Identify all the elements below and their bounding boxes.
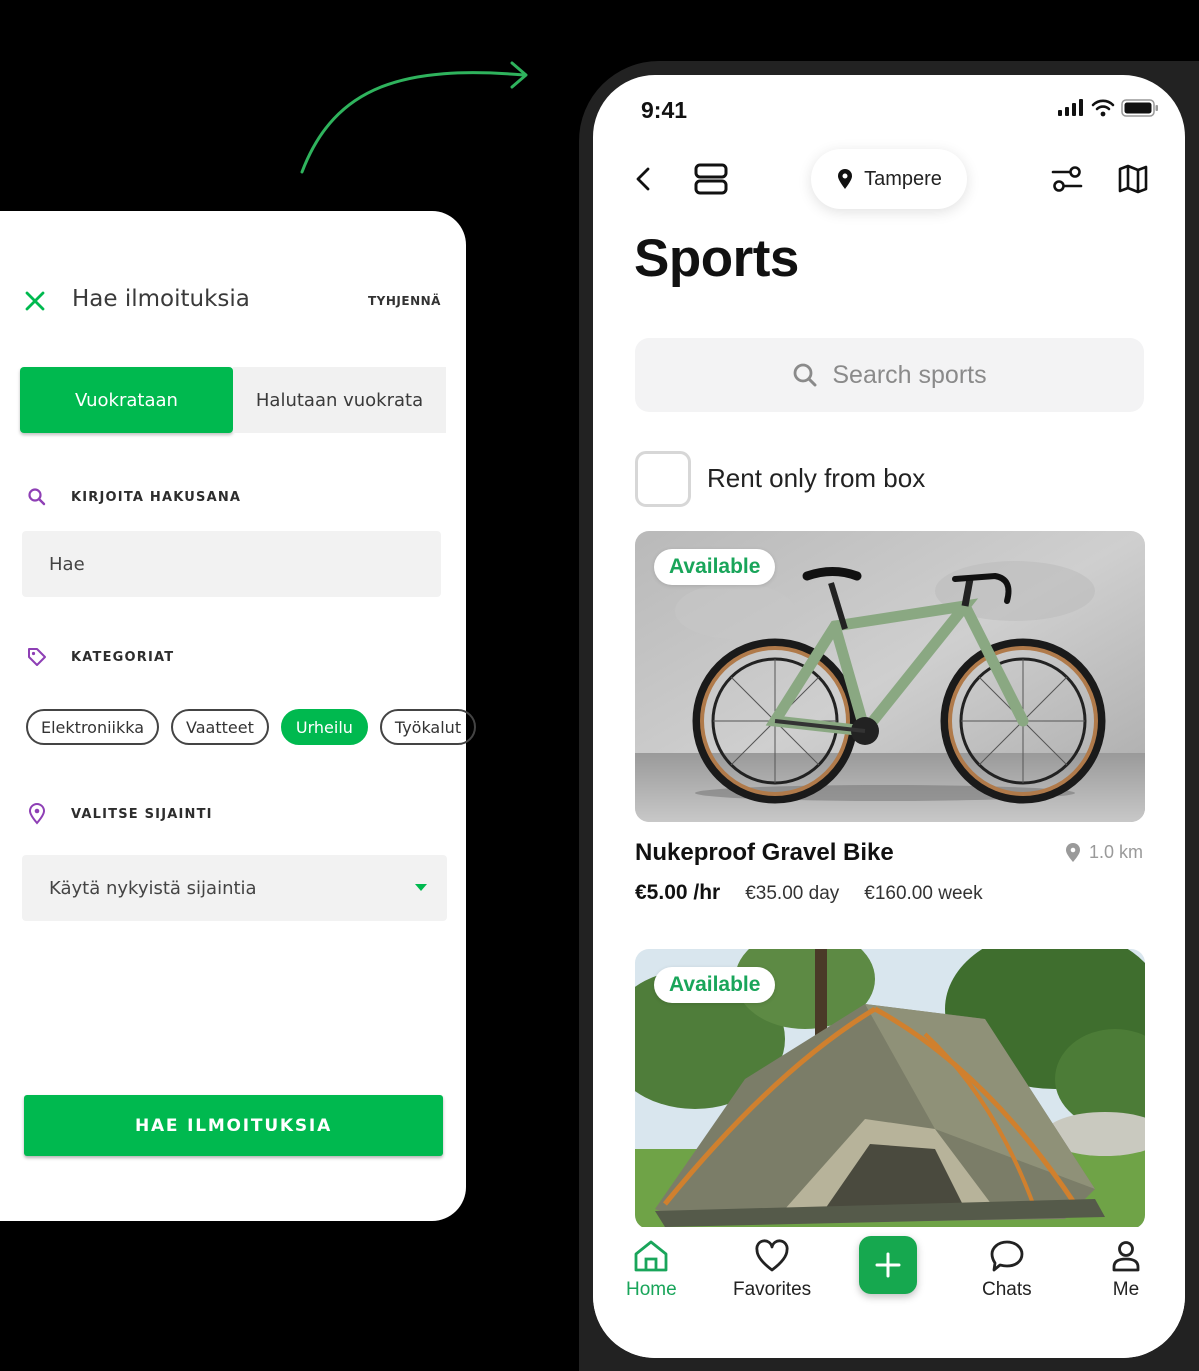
category-chips: Elektroniikka Vaatteet Urheilu Työkalut <box>26 709 477 745</box>
distance-text: 1.0 km <box>1088 842 1143 862</box>
listing-distance: 1.0 km <box>1065 842 1143 863</box>
listing-prices: €5.00 /hr €35.00 day €160.00 week <box>635 881 983 905</box>
close-icon[interactable] <box>22 288 48 314</box>
search-submit-button[interactable]: HAE ILMOITUKSIA <box>24 1095 443 1156</box>
categories-text: KATEGORIAT <box>71 649 175 665</box>
status-bar-icons <box>1057 99 1159 117</box>
heart-icon <box>755 1239 789 1272</box>
sports-search-input[interactable]: Search sports <box>635 338 1144 412</box>
listing-image-bike[interactable]: Available <box>635 531 1145 822</box>
tab-chats[interactable]: Chats <box>982 1239 1032 1301</box>
location-label: VALITSE SIJAINTI <box>26 803 213 825</box>
connector-arrow-icon <box>300 61 528 174</box>
price-hour: €5.00 /hr <box>635 881 721 904</box>
signal-icon <box>1058 99 1083 116</box>
listing-image-tent[interactable]: Available <box>635 949 1145 1229</box>
price-week: €160.00 week <box>864 883 983 904</box>
location-pin-icon <box>838 169 853 189</box>
location-pin-icon <box>26 803 48 825</box>
tab-me[interactable]: Me <box>1111 1239 1141 1301</box>
category-chip-tyokalut[interactable]: Työkalut <box>379 709 477 745</box>
back-chevron-icon[interactable] <box>635 166 651 192</box>
wifi-icon <box>1091 99 1115 117</box>
status-time: 9:41 <box>641 97 688 123</box>
filters-icon[interactable] <box>1051 165 1083 193</box>
phone-screen: 9:41 Tampere Sports Search sports Rent o… <box>593 75 1185 1358</box>
location-text: VALITSE SIJAINTI <box>71 806 213 822</box>
search-keyword-label: KIRJOITA HAKUSANA <box>26 487 241 507</box>
location-name: Tampere <box>864 167 942 190</box>
top-nav: Tampere <box>593 149 1185 209</box>
search-keyword-text: KIRJOITA HAKUSANA <box>71 489 242 505</box>
location-pin-icon <box>1065 842 1080 862</box>
tab-home-label: Home <box>626 1279 677 1300</box>
rent-mode-segment: Vuokrataan Halutaan vuokrata <box>20 367 446 433</box>
tab-chats-label: Chats <box>982 1279 1032 1300</box>
location-select[interactable]: Käytä nykyistä sijaintia <box>22 855 447 921</box>
search-placeholder: Search sports <box>832 360 987 389</box>
keyword-search-input[interactable]: Hae <box>22 531 441 597</box>
rent-from-box-checkbox[interactable] <box>635 451 691 507</box>
category-chip-urheilu[interactable]: Urheilu <box>280 709 368 745</box>
segment-wanted-button[interactable]: Halutaan vuokrata <box>233 367 446 433</box>
location-selector[interactable]: Tampere <box>811 149 967 209</box>
listing-title[interactable]: Nukeproof Gravel Bike <box>635 839 894 867</box>
tab-me-label: Me <box>1112 1279 1140 1300</box>
categories-label: KATEGORIAT <box>26 646 174 668</box>
location-select-value: Käytä nykyistä sijaintia <box>49 877 257 899</box>
category-chip-elektroniikka[interactable]: Elektroniikka <box>26 709 160 745</box>
user-icon <box>1112 1241 1140 1272</box>
plus-icon <box>875 1252 901 1278</box>
category-chip-vaatteet[interactable]: Vaatteet <box>171 709 269 745</box>
tab-favorites-label: Favorites <box>733 1279 812 1300</box>
tab-home[interactable]: Home <box>626 1239 677 1301</box>
availability-badge: Available <box>654 549 776 585</box>
add-listing-button[interactable] <box>859 1236 917 1294</box>
availability-badge: Available <box>654 967 776 1003</box>
segment-renting-button[interactable]: Vuokrataan <box>20 367 233 433</box>
panel-title: Hae ilmoituksia <box>72 286 250 312</box>
bottom-tab-bar: Home Favorites Chats Me <box>593 1227 1185 1358</box>
search-icon <box>793 363 817 387</box>
battery-icon <box>1121 99 1158 117</box>
chat-icon <box>990 1240 1024 1272</box>
dropdown-caret-icon <box>415 884 427 891</box>
tag-icon <box>26 646 48 668</box>
clear-button[interactable]: TYHJENNÄ <box>368 294 441 308</box>
home-icon <box>634 1240 668 1272</box>
tab-favorites[interactable]: Favorites <box>733 1239 811 1301</box>
list-view-icon[interactable] <box>694 163 728 195</box>
map-icon[interactable] <box>1117 163 1149 195</box>
page-title: Sports <box>634 229 799 288</box>
price-day: €35.00 day <box>745 883 840 904</box>
rent-from-box-label: Rent only from box <box>707 463 926 493</box>
search-icon <box>26 487 48 507</box>
